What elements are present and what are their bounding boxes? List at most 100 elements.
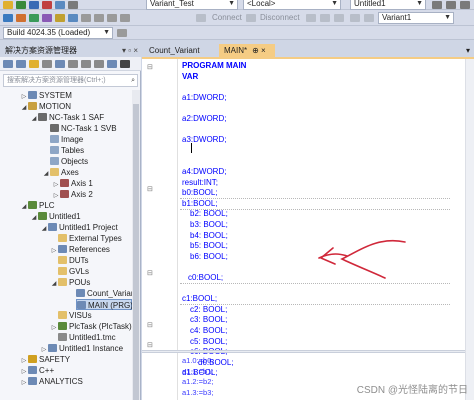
tree-item-duts[interactable]: DUTs bbox=[58, 255, 89, 266]
collapse-icon[interactable]: ◢ bbox=[40, 224, 48, 235]
collapse-icon[interactable]: ◢ bbox=[20, 202, 28, 213]
build-combo[interactable]: Build 4024.35 (Loaded) ▼ bbox=[3, 27, 113, 39]
target-icon[interactable] bbox=[55, 1, 65, 9]
fold-minus-icon[interactable]: ⊟ bbox=[147, 321, 153, 329]
disconnect-icon bbox=[246, 14, 256, 22]
show-all-icon[interactable] bbox=[94, 60, 104, 68]
toolbar-icon[interactable] bbox=[460, 1, 470, 9]
refresh-icon[interactable] bbox=[68, 60, 78, 68]
expand-icon[interactable]: ▷ bbox=[50, 323, 58, 334]
target-combo[interactable]: <Local> ▼ bbox=[243, 0, 341, 10]
disconnect-button[interactable]: Disconnect bbox=[260, 12, 300, 24]
toolbar-icon[interactable] bbox=[117, 29, 127, 37]
toolbar-icon[interactable] bbox=[42, 14, 52, 22]
fold-minus-icon[interactable]: ⊟ bbox=[147, 185, 153, 193]
tree-item-visus[interactable]: VISUs bbox=[58, 310, 92, 321]
save-icon[interactable] bbox=[3, 1, 13, 9]
arrow-annotation bbox=[318, 239, 406, 279]
panel-controls[interactable]: ▾ ▫ × bbox=[122, 44, 138, 57]
tree-item-analytics[interactable]: ▷ ANALYTICS bbox=[20, 376, 83, 387]
expand-icon[interactable]: ▷ bbox=[50, 246, 58, 257]
collapse-icon[interactable]: ◢ bbox=[30, 213, 38, 224]
expand-icon[interactable]: ▷ bbox=[20, 378, 28, 389]
tree-item-image[interactable]: Image bbox=[50, 134, 83, 145]
toolbar-icon[interactable] bbox=[55, 14, 65, 22]
toolbar-icon[interactable] bbox=[94, 14, 104, 22]
declaration-line: a1:DWORD; bbox=[182, 92, 227, 102]
watermark-text: CSDN @光怪陆离的节日 bbox=[356, 385, 468, 396]
fold-minus-icon[interactable]: ⊟ bbox=[147, 341, 153, 349]
tree-item-pous[interactable]: ◢ POUs bbox=[50, 277, 90, 288]
tree-item-untitled1-project[interactable]: ◢ Untitled1 Project bbox=[40, 222, 118, 233]
tree-item-count-variant[interactable]: Count_Varian bbox=[76, 288, 135, 299]
variant-combo[interactable]: Variant_Test ▼ bbox=[146, 0, 238, 10]
build-icon[interactable] bbox=[16, 1, 26, 9]
toolbar-icon[interactable] bbox=[29, 14, 39, 22]
tree-item-label: Axes bbox=[61, 168, 79, 177]
collapse-icon[interactable]: ◢ bbox=[30, 114, 38, 125]
tab-main[interactable]: MAIN* ⊕ × bbox=[219, 44, 275, 57]
tree-item-system[interactable]: ▷ SYSTEM bbox=[20, 90, 72, 101]
solution-explorer-search[interactable]: 搜索解决方案资源管理器(Ctrl+;) ⌕ bbox=[3, 74, 138, 87]
editor-splitter[interactable] bbox=[142, 350, 474, 353]
toolbar-icon[interactable] bbox=[3, 14, 13, 22]
tree-item-plc[interactable]: ◢ PLC bbox=[20, 200, 55, 211]
forward-icon[interactable] bbox=[16, 60, 26, 68]
tree-item-motion[interactable]: ◢ MOTION bbox=[20, 101, 71, 112]
variant-right-combo[interactable]: Variant1 ▼ bbox=[378, 12, 454, 24]
project-combo[interactable]: Untitled1 ▼ bbox=[350, 0, 426, 10]
tree-item-external-types[interactable]: External Types bbox=[58, 233, 122, 244]
tree-item-gvls[interactable]: GVLs bbox=[58, 266, 89, 277]
tree-item-safety[interactable]: ▷ SAFETY bbox=[20, 354, 70, 365]
tree-item-plctask[interactable]: ▷ PlcTask (PlcTask) bbox=[50, 321, 132, 332]
properties-icon[interactable] bbox=[107, 60, 117, 68]
fold-minus-icon[interactable]: ⊟ bbox=[147, 269, 153, 277]
declaration-line: a3:DWORD; bbox=[182, 135, 227, 145]
connect-button[interactable]: Connect bbox=[212, 12, 242, 24]
history-icon[interactable] bbox=[42, 60, 52, 68]
close-icon[interactable]: ⊕ × bbox=[252, 46, 266, 55]
tree-item-tables[interactable]: Tables bbox=[50, 145, 84, 156]
wrench-icon[interactable] bbox=[120, 60, 130, 68]
tree-item-axis-2[interactable]: ▷ Axis 2 bbox=[52, 189, 93, 200]
chevron-down-icon[interactable]: ▾ bbox=[466, 46, 470, 55]
tree-item-axes[interactable]: ◢ Axes bbox=[42, 167, 79, 178]
scrollbar-thumb[interactable] bbox=[133, 104, 139, 400]
toolbar-icon[interactable] bbox=[68, 14, 78, 22]
editor-scrollbar[interactable] bbox=[465, 59, 474, 400]
toolbar-icon[interactable] bbox=[446, 1, 456, 9]
tree-item-references[interactable]: ▷ References bbox=[50, 244, 110, 255]
tree-scrollbar[interactable] bbox=[132, 90, 140, 400]
collapse-icon[interactable] bbox=[81, 60, 91, 68]
safety-icon bbox=[28, 355, 37, 363]
tree-item-untitled1-tmc[interactable]: Untitled1.tmc bbox=[58, 332, 116, 343]
tree-item-axis-1[interactable]: ▷ Axis 1 bbox=[52, 178, 93, 189]
declaration-line: c2: BOOL; bbox=[190, 304, 228, 314]
collapse-icon[interactable]: ◢ bbox=[20, 103, 28, 114]
back-icon[interactable] bbox=[3, 60, 13, 68]
toolbar-icon[interactable] bbox=[432, 1, 442, 9]
toolbar-icon[interactable] bbox=[107, 14, 117, 22]
tree-item-nc-task-svb[interactable]: NC-Task 1 SVB bbox=[50, 123, 117, 134]
toolbar-icon bbox=[306, 14, 316, 22]
tab-count-variant[interactable]: Count_Variant bbox=[144, 44, 205, 57]
home-icon[interactable] bbox=[29, 60, 39, 68]
toolbar-icon[interactable] bbox=[16, 14, 26, 22]
tree-item-untitled1-instance[interactable]: ▷ Untitled1 Instance bbox=[40, 343, 123, 354]
activate-icon[interactable] bbox=[29, 1, 39, 9]
tree-item-nc-task-saf[interactable]: ◢ NC-Task 1 SAF bbox=[30, 112, 104, 123]
fold-minus-icon[interactable]: ⊟ bbox=[147, 63, 153, 71]
collapse-icon[interactable]: ◢ bbox=[50, 279, 58, 290]
folder-icon bbox=[28, 91, 37, 99]
tree-item-main-prg[interactable]: MAIN (PRG) bbox=[76, 299, 133, 310]
code-editor[interactable]: ⊟ ⊟ ⊟ ⊟ ⊟ PROGRAM MAIN VAR a1:DWORD; a2:DWO… bbox=[142, 59, 474, 400]
tree-item-objects[interactable]: Objects bbox=[50, 156, 88, 167]
config-icon[interactable] bbox=[42, 1, 52, 9]
sync-icon[interactable] bbox=[55, 60, 65, 68]
options-icon[interactable] bbox=[68, 1, 78, 9]
toolbar-icon[interactable] bbox=[120, 14, 130, 22]
toolbar-icon[interactable] bbox=[81, 14, 91, 22]
tree-item-untitled1[interactable]: ◢ Untitled1 bbox=[30, 211, 81, 222]
tree-item-cpp[interactable]: ▷ C++ bbox=[20, 365, 54, 376]
collapse-icon[interactable]: ◢ bbox=[42, 169, 50, 180]
